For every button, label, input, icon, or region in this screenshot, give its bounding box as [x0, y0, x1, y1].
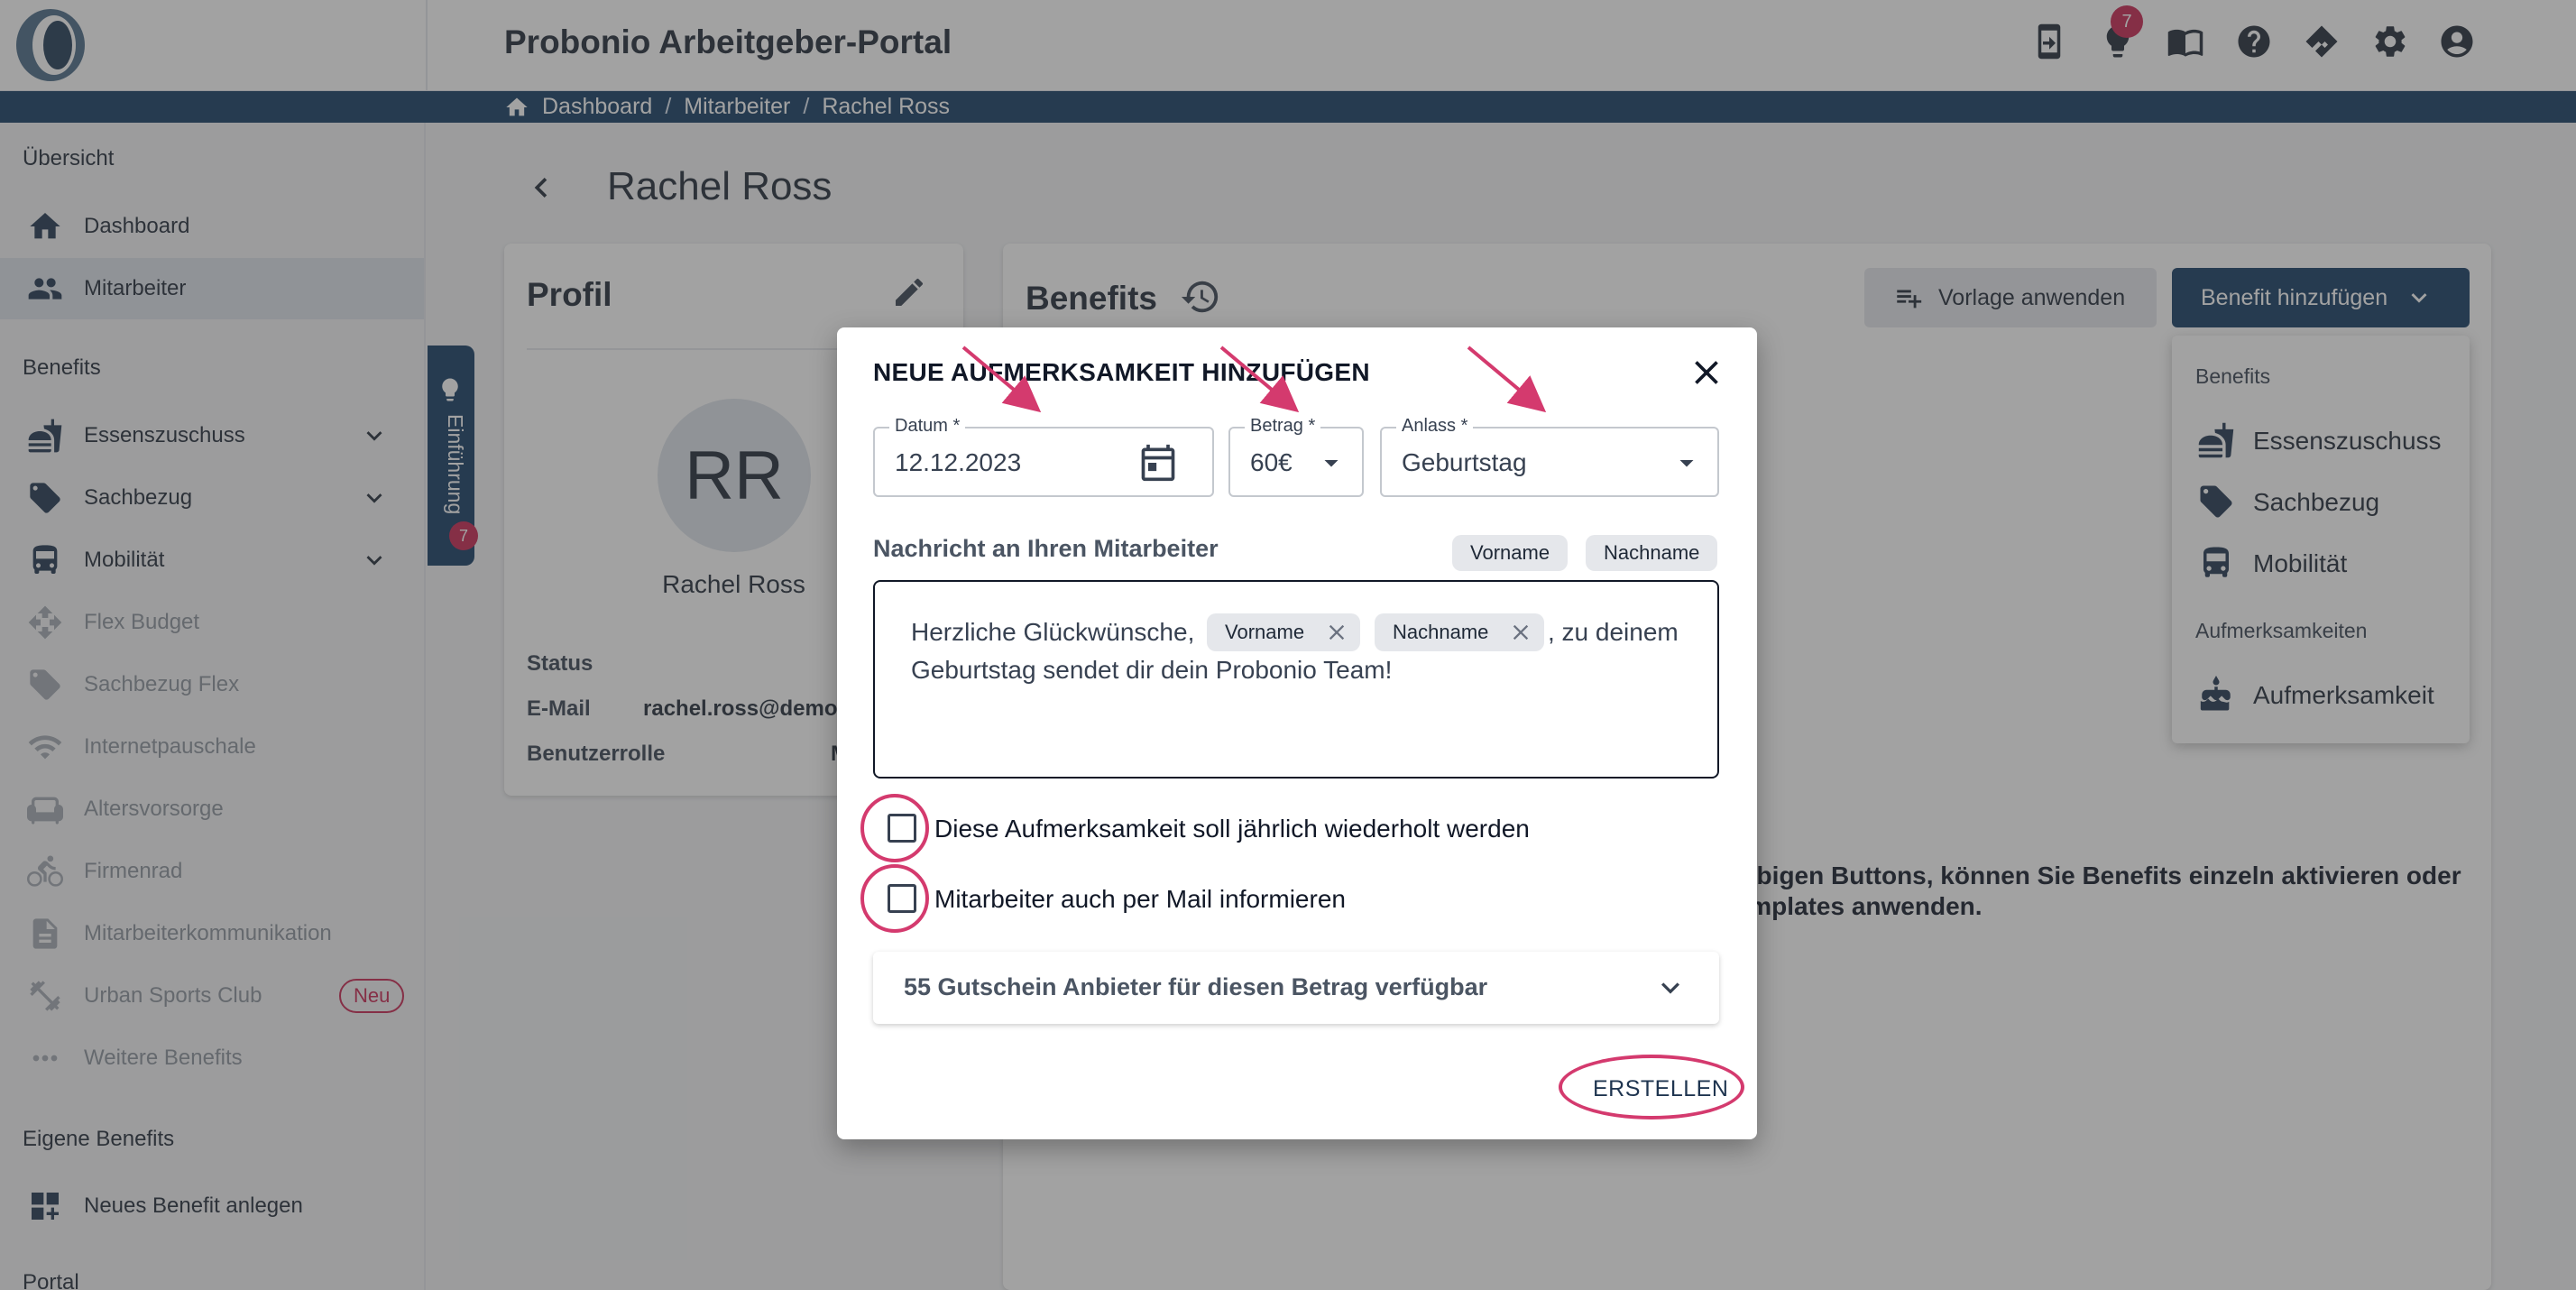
remove-chip-icon[interactable]: [1508, 620, 1533, 645]
message-chip-label: Vorname: [1225, 621, 1305, 643]
new-attention-dialog: NEUE AUFMERKSAMKEIT HINZUFÜGEN Datum * 1…: [837, 327, 1757, 1139]
dialog-title: NEUE AUFMERKSAMKEIT HINZUFÜGEN: [873, 358, 1370, 386]
caret-down-icon: [1315, 447, 1348, 479]
message-suffix: , zu deinem: [1548, 618, 1679, 646]
create-button[interactable]: ERSTELLEN: [1593, 1076, 1728, 1102]
notify-mail-label: Mitarbeiter auch per Mail informieren: [934, 885, 1346, 913]
amount-value: 60€: [1250, 448, 1293, 476]
remove-chip-icon[interactable]: [1324, 620, 1349, 645]
date-value: 12.12.2023: [895, 448, 1022, 476]
message-chip-firstname: Vorname: [1207, 613, 1360, 651]
occasion-select[interactable]: Anlass * Geburtstag: [1380, 416, 1719, 497]
insert-lastname-chip[interactable]: Nachname: [1586, 535, 1718, 571]
caret-down-icon: [1670, 447, 1703, 479]
message-chip-lastname: Nachname: [1375, 613, 1544, 651]
message-prefix: Herzliche Glückwünsche,: [911, 618, 1195, 646]
calendar-icon[interactable]: [1138, 443, 1178, 483]
repeat-yearly-label: Diese Aufmerksamkeit soll jährlich wiede…: [934, 815, 1530, 843]
close-icon[interactable]: [1687, 353, 1726, 392]
annotation-circle: [860, 864, 929, 933]
occasion-label: Anlass *: [1396, 416, 1474, 437]
date-label: Datum *: [889, 416, 966, 437]
message-editor[interactable]: Herzliche Glückwünsche, Vorname Nachname…: [873, 580, 1719, 779]
amount-select[interactable]: Betrag * 60€: [1228, 416, 1364, 497]
voucher-providers-label: 55 Gutschein Anbieter für diesen Betrag …: [904, 973, 1488, 1000]
voucher-providers-accordion[interactable]: 55 Gutschein Anbieter für diesen Betrag …: [873, 952, 1719, 1024]
message-label: Nachricht an Ihren Mitarbeiter: [873, 535, 1219, 562]
insert-firstname-chip[interactable]: Vorname: [1452, 535, 1569, 571]
message-chip-label: Nachname: [1393, 621, 1489, 643]
occasion-value: Geburtstag: [1402, 448, 1527, 476]
annotation-circle: [860, 794, 929, 862]
chevron-down-icon: [1652, 970, 1688, 1006]
date-field[interactable]: Datum * 12.12.2023: [873, 416, 1214, 497]
amount-label: Betrag *: [1245, 416, 1321, 437]
message-line-2: Geburtstag sendet dir dein Probonio Team…: [911, 656, 1393, 684]
